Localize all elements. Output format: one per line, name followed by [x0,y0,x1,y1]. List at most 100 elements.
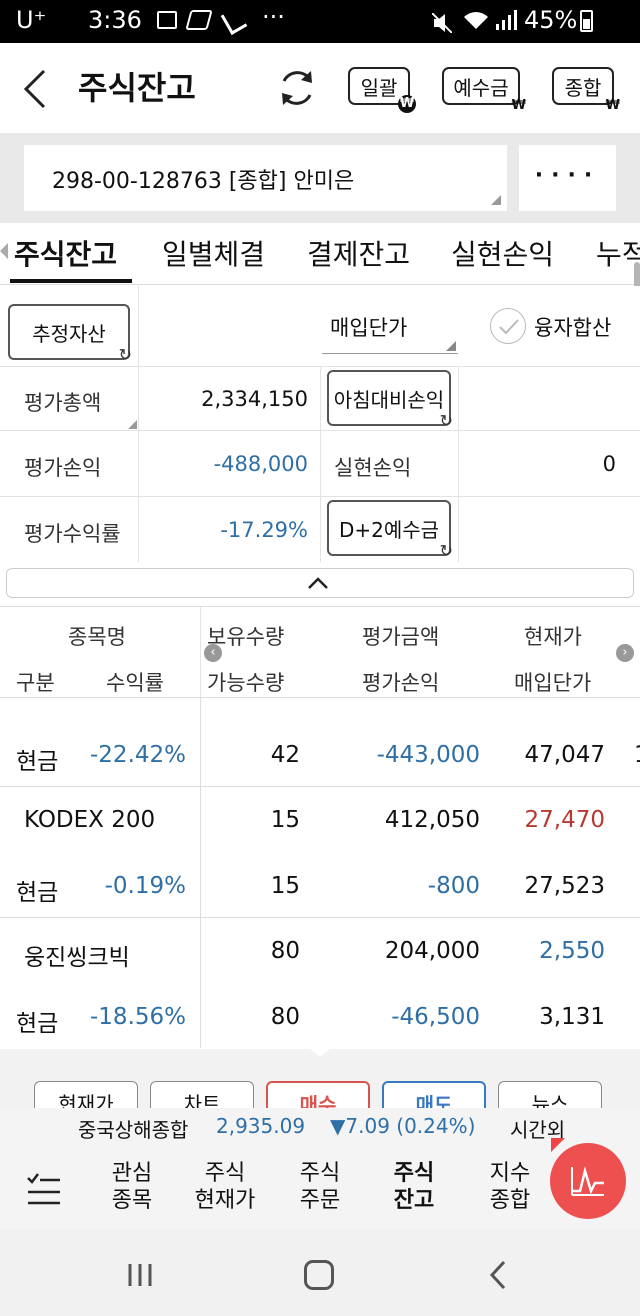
news-button[interactable]: 뉴스 [498,1081,602,1111]
nav-watchlist[interactable]: 관심 종목 [108,1160,156,1214]
bulk-button-label: 일괄 [360,75,398,100]
won-icon: ₩ [605,98,620,113]
collapse-summary-button[interactable] [6,568,634,598]
row-trailing-value: 1 [634,742,640,768]
holdings-table-header: 종목명 보유수량 평가금액 현재가 구분 수익률 가능수량 평가손익 매입단가 … [0,606,640,699]
more-notifications-icon: ··· [262,3,285,31]
system-nav-bar [0,1230,640,1316]
table-row[interactable]: 웅진씽크빅 80 204,000 2,550 현금 -18.56% 80 -46… [0,918,640,1048]
row-available-qty: 42 [270,742,300,768]
row-purchase-price: 3,131 [539,1004,605,1030]
total-button[interactable]: 종합 ₩ [552,67,620,113]
total-button-label: 종합 [564,75,602,100]
system-back-icon[interactable] [488,1260,508,1294]
nav-stock-balance[interactable]: 주식 잔고 [390,1160,438,1214]
col-purchase-price: 매입단가 [514,671,592,695]
holdings-table-body: 현금 -22.42% 42 -443,000 47,047 1 KODEX 20… [0,698,640,1048]
carrier-label: U⁺ [16,6,47,34]
deposit-button[interactable]: 예수금 ₩ [442,67,526,113]
row-return: -0.19% [104,873,186,899]
row-qty: 15 [270,807,300,833]
tab-daily-execution[interactable]: 일별체결 [162,233,265,273]
chart-button[interactable]: 차트 [150,1081,254,1111]
tab-settlement-balance[interactable]: 결제잔고 [307,233,410,273]
realized-pl-value: 0 [602,452,616,476]
sell-button[interactable]: 매도 [382,1081,486,1111]
wifi-icon [462,9,490,31]
ticker-value: 2,935.09 [216,1114,306,1138]
refresh-icon[interactable] [276,67,318,113]
deposit-button-label: 예수금 [453,75,509,100]
index-ticker[interactable]: 중국상해종합 2,935.09 ▼7.09 (0.24%) 시간외 [0,1108,640,1146]
row-purchase-price: 47,047 [524,742,605,768]
nav-label: 종합 [489,1188,531,1213]
page-title: 주식잔고 [78,69,196,107]
recent-apps-icon[interactable] [126,1262,154,1292]
table-row[interactable]: 현금 -22.42% 42 -443,000 47,047 1 [0,698,640,786]
row-purchase-price: 27,523 [524,873,605,899]
row-stock-name: KODEX 200 [24,807,156,833]
purchase-price-select[interactable]: 매입단가 [322,308,458,354]
dropdown-corner-icon [491,195,501,205]
col-eval-pl: 평가손익 [362,671,440,695]
nav-stock-order[interactable]: 주식 주문 [296,1160,344,1214]
row-eval-pl: -800 [427,873,480,899]
ticker-index-name: 중국상해종합 [78,1118,189,1142]
tab-stock-balance[interactable]: 주식잔고 [14,233,117,273]
margin-include-checkbox[interactable] [490,308,526,344]
status-bar: U⁺ 3:36 ··· 45% [0,0,640,43]
more-button[interactable]: ···· [519,145,616,211]
realized-pl-label: 실현손익 [334,456,412,480]
eval-total-value: 2,334,150 [201,387,308,411]
margin-include-label: 융자합산 [534,316,612,340]
morning-pl-label: 아침대비손익 [333,387,445,412]
gallery-icon [157,11,177,29]
account-number: 298-00-128763 [종합] 안미은 [52,169,355,194]
nav-label: 지수 [489,1161,531,1186]
table-row[interactable]: KODEX 200 15 412,050 27,470 현금 -0.19% 15… [0,787,640,917]
bulk-button[interactable]: 일괄 ₩ [348,67,416,113]
estimated-assets-button[interactable]: 추정자산 ↻ [8,304,132,364]
won-icon: ₩ [511,98,526,113]
col-return: 수익률 [106,671,164,695]
signal-icon [496,9,518,31]
tab-realized-pl[interactable]: 실현손익 [451,233,554,273]
col-eval-amount: 평가금액 [362,625,440,649]
home-icon[interactable] [304,1260,334,1290]
eval-pl-label: 평가손익 [24,456,102,480]
chevron-up-icon [308,577,328,589]
row-current-price: 2,550 [539,938,605,964]
action-bar: 현재가 차트 매수 매도 뉴스 [0,1049,640,1111]
row-eval-pl: -46,500 [391,1004,480,1030]
nav-index-overview[interactable]: 지수 종합 [486,1160,534,1214]
nav-stock-price[interactable]: 주식 현재가 [190,1160,260,1214]
nav-label: 종목 [111,1188,153,1213]
clock: 3:36 [88,6,142,34]
nav-label: 현재가 [194,1188,256,1213]
vpn-icon [185,10,213,30]
scroll-left-icon[interactable]: ‹ [204,644,222,662]
account-select[interactable]: 298-00-128763 [종합] 안미은 [24,145,507,211]
eval-total-label: 평가총액 [24,391,102,415]
row-type: 현금 [16,749,59,775]
row-type: 현금 [16,1011,59,1037]
row-available-qty: 80 [270,1004,300,1030]
mute-icon [431,11,453,34]
row-return: -18.56% [90,1004,186,1030]
dropdown-corner-icon [446,341,456,351]
nav-label: 주식 [393,1161,435,1186]
current-price-button[interactable]: 현재가 [34,1081,138,1111]
scroll-right-icon[interactable]: › [616,644,634,662]
back-arrow-icon[interactable] [22,69,50,109]
chart-fab-button[interactable] [550,1143,626,1219]
morning-pl-button[interactable]: 아침대비손익 ↻ [327,370,453,430]
nav-label: 잔고 [393,1188,435,1213]
refresh-small-icon: ↻ [439,411,453,430]
account-bar: 298-00-128763 [종합] 안미은 ···· [0,133,640,223]
ticker-change: ▼7.09 (0.24%) [330,1114,476,1138]
row-eval-pl: -443,000 [376,742,480,768]
buy-button[interactable]: 매수 [266,1081,370,1111]
menu-list-icon[interactable] [26,1172,62,1210]
d2-deposit-button[interactable]: D+2예수금 ↻ [327,500,453,560]
eval-return-value: -17.29% [220,518,308,542]
